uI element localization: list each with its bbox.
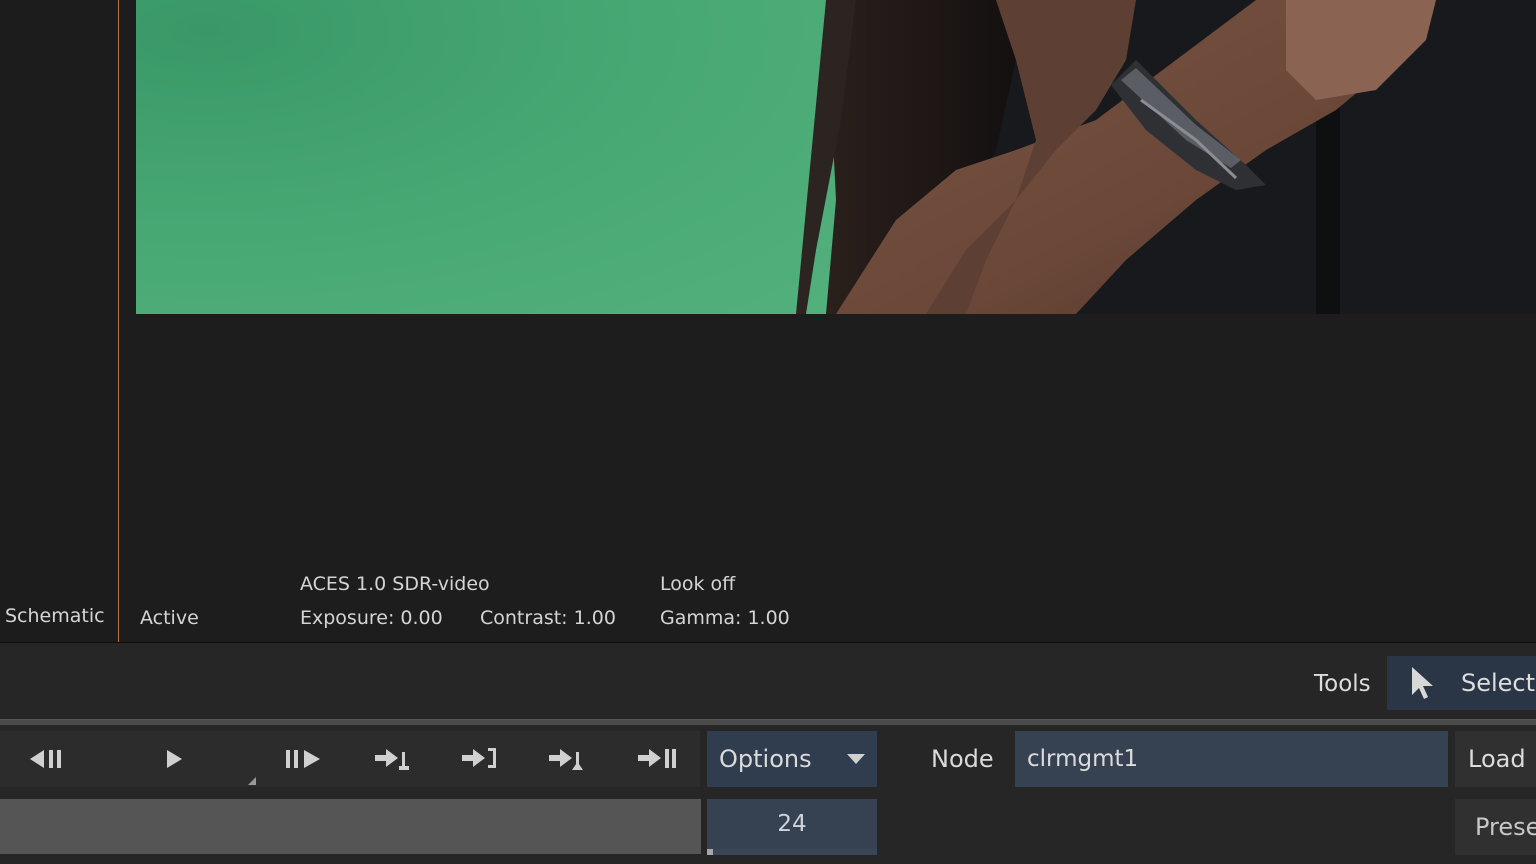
step-forward-icon [286,750,320,768]
goto-in-icon [375,749,409,770]
step-forward-button[interactable] [264,731,344,787]
node-label: Node [931,745,994,773]
schematic-tab-label[interactable]: Schematic [5,605,105,627]
play-button[interactable] [134,731,214,787]
step-back-button[interactable] [8,731,88,787]
tools-bar: Tools Select [0,643,1536,719]
load-label: Load [1468,745,1526,773]
viewer-mode-status: Active [140,607,199,629]
options-dropdown[interactable]: Options [707,731,877,787]
view-transform-label: ACES 1.0 SDR-video [300,573,490,595]
viewer-image [136,0,1536,314]
go-to-end-button[interactable] [617,731,697,787]
preset-button[interactable]: Prese [1455,799,1536,855]
schematic-panel[interactable]: Schematic [0,0,119,642]
gamma-readout: Gamma: 1.00 [660,607,790,629]
transport-controls [0,731,700,787]
play-options-corner[interactable] [248,777,256,785]
tools-label: Tools [1314,671,1371,697]
step-back-icon [30,750,61,768]
select-tool-button[interactable]: Select [1387,656,1536,710]
play-icon [167,750,182,768]
frame-rate-slider[interactable] [707,849,877,855]
go-to-marker-button[interactable] [527,731,607,787]
goto-end-icon [638,749,676,768]
goto-marker-icon [549,749,583,770]
image-viewer[interactable]: Active ACES 1.0 SDR-video Look off Expos… [120,0,1536,642]
load-button[interactable]: Load [1455,731,1536,787]
contrast-readout: Contrast: 1.00 [480,607,616,629]
slider-knob[interactable] [707,849,713,855]
select-tool-label: Select [1461,669,1536,697]
chevron-down-icon [847,754,865,764]
pointer-arrow-icon [1412,667,1433,699]
go-to-out-button[interactable] [440,731,520,787]
app-root: Schematic Active ACES 1.0 SDR-video Look… [0,0,1536,864]
go-to-in-button[interactable] [353,731,433,787]
frame-rate-field[interactable]: 24 [707,799,877,849]
look-status: Look off [660,573,736,595]
node-name-field[interactable] [1015,731,1448,787]
exposure-readout: Exposure: 0.00 [300,607,443,629]
timeline-scrubber[interactable] [0,799,701,854]
preset-label: Prese [1475,813,1536,841]
options-label: Options [719,745,812,773]
goto-out-icon [462,748,496,768]
subject-image [796,0,1536,314]
playback-panel: Options Node Load 24 Prese [0,725,1536,864]
